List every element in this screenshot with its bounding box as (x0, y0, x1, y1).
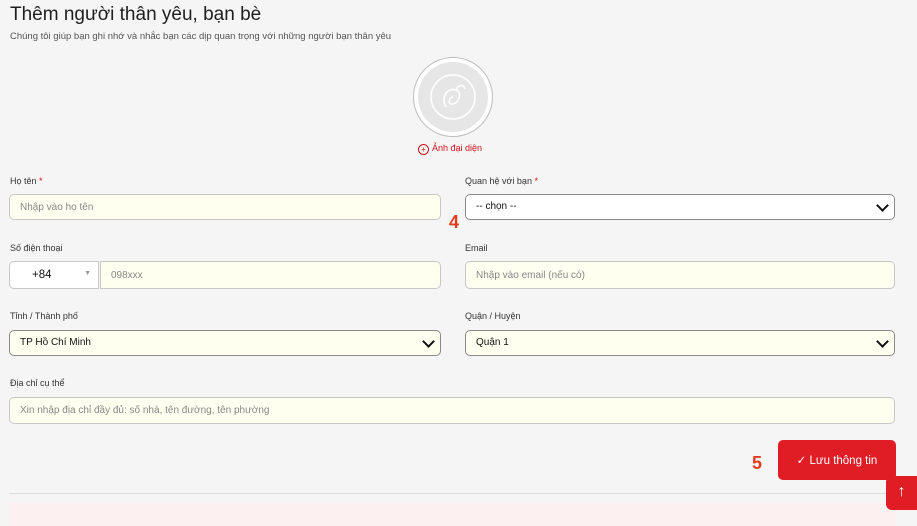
divider (9, 493, 896, 494)
page-subtitle: Chúng tôi giúp bạn ghi nhớ và nhắc bạn c… (10, 31, 392, 42)
bottom-section (9, 503, 896, 526)
phone-label: Số điện thoại (10, 243, 63, 253)
chevron-down-icon (876, 199, 889, 212)
avatar-placeholder-icon (418, 62, 488, 132)
relation-select[interactable]: -- chọn -- (465, 194, 895, 220)
province-label: Tỉnh / Thành phố (10, 311, 78, 321)
relation-label: Quan hệ với bạn * (465, 176, 538, 186)
step-marker-4: 4 (449, 212, 460, 232)
step-marker-5: 5 (752, 453, 763, 473)
name-label: Họ tên * (10, 176, 43, 186)
plus-circle-icon: + (418, 144, 429, 155)
district-select[interactable]: Quận 1 (465, 330, 895, 356)
page-title: Thêm người thân yêu, bạn bè (10, 4, 262, 25)
email-label: Email (465, 243, 488, 253)
address-label: Địa chỉ cụ thể (10, 378, 65, 388)
avatar-upload-link[interactable]: + Ảnh đại diện (418, 143, 482, 155)
caret-down-icon: ▼ (84, 270, 91, 277)
province-select[interactable]: TP Hồ Chí Minh (9, 330, 441, 356)
chevron-down-icon (422, 335, 435, 348)
arrow-up-icon: ↑ (897, 483, 906, 500)
chevron-down-icon (876, 335, 889, 348)
district-label: Quận / Huyện (465, 311, 521, 321)
avatar-upload[interactable] (413, 57, 493, 137)
name-input[interactable] (9, 194, 441, 220)
save-button[interactable]: ✓ Lưu thông tin (778, 440, 896, 480)
scroll-to-top-button[interactable]: ↑ (886, 476, 917, 510)
checkmark-icon: ✓ (796, 455, 807, 467)
phone-input[interactable] (100, 261, 441, 289)
address-input[interactable] (9, 397, 895, 424)
email-input[interactable] (465, 261, 895, 289)
country-code-select[interactable]: +84 ▼ (9, 261, 99, 289)
